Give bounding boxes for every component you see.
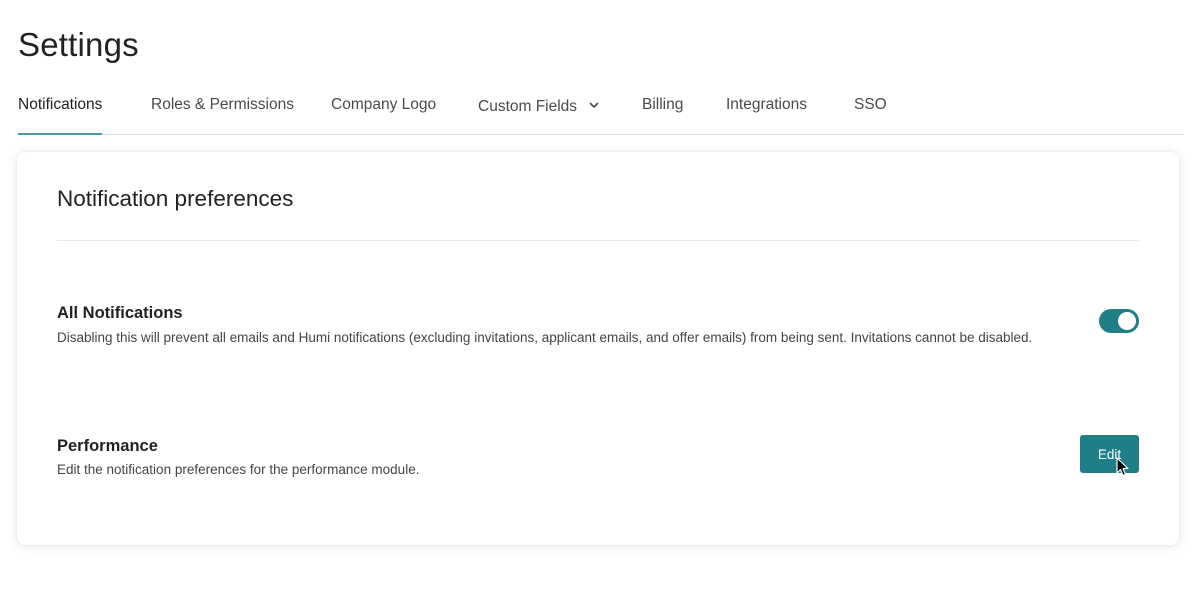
page-title: Settings [18, 26, 139, 63]
tab-label: Custom Fields [478, 98, 578, 115]
settings-tabs: Notifications Roles & Permissions Compan… [18, 86, 1184, 135]
all-notifications-title: All Notifications [57, 304, 183, 322]
all-notifications-toggle[interactable] [1099, 309, 1139, 333]
card-title: Notification preferences [57, 186, 294, 211]
notification-preferences-card: Notification preferences All Notificatio… [17, 152, 1179, 545]
divider [57, 240, 1139, 241]
performance-title: Performance [57, 437, 158, 455]
all-notifications-description: Disabling this will prevent all emails a… [57, 330, 1033, 345]
tab-roles-permissions[interactable]: Roles & Permissions [151, 96, 294, 133]
performance-description: Edit the notification preferences for th… [57, 462, 420, 477]
tab-label: Integrations [726, 96, 807, 113]
tab-label: SSO [854, 96, 887, 113]
tab-label: Billing [642, 96, 684, 113]
tab-sso[interactable]: SSO [854, 96, 887, 133]
tab-label: Roles & Permissions [151, 96, 294, 113]
toggle-knob [1118, 312, 1136, 330]
tab-label: Company Logo [331, 96, 437, 113]
tab-custom-fields[interactable]: Custom Fields [478, 96, 599, 133]
edit-button[interactable]: Edit [1080, 435, 1139, 473]
chevron-down-icon [589, 96, 599, 114]
tab-notifications[interactable]: Notifications [18, 96, 103, 135]
tab-integrations[interactable]: Integrations [726, 96, 807, 133]
tab-billing[interactable]: Billing [642, 96, 683, 133]
tab-company-logo[interactable]: Company Logo [331, 96, 436, 133]
tab-label: Notifications [18, 96, 103, 113]
